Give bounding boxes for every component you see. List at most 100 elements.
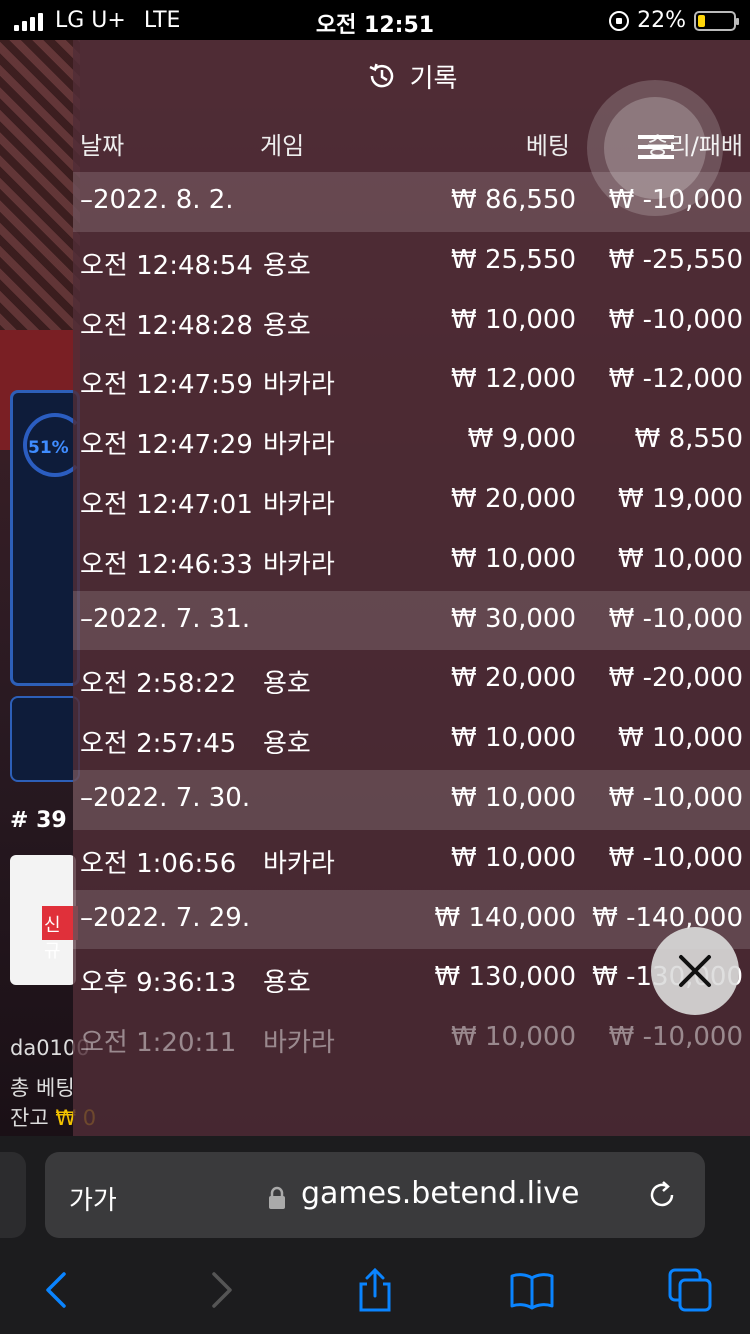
history-entry-row[interactable]: 오전 1:20:11 바카라 ₩ 10,000 ₩ -10,000 (73, 1009, 750, 1069)
menu-icon (638, 135, 674, 159)
history-list: –2022. 8. 2. ₩ 86,550 ₩ -10,000 오전 12:48:54… (73, 172, 750, 1069)
column-bet: 베팅 (525, 132, 570, 160)
row-bet: ₩ 86,550 (451, 185, 576, 215)
history-date-row[interactable]: –2022. 7. 31. ₩ 30,000 ₩ -10,000 (73, 590, 750, 651)
battery-fill (698, 14, 706, 27)
chevron-left-icon[interactable] (36, 1268, 80, 1312)
row-game: 바카라 (263, 549, 335, 580)
row-game: 용호 (263, 729, 311, 760)
row-game: 바카라 (263, 370, 335, 401)
row-result: ₩ -25,550 (608, 244, 743, 275)
row-bet: ₩ 9,000 (467, 424, 576, 455)
row-result: ₩ -10,000 (608, 782, 743, 813)
row-result: ₩ 10,000 (618, 723, 743, 754)
history-entry-row[interactable]: 오전 12:48:54 용호 ₩ 25,550 ₩ -25,550 (73, 232, 750, 292)
history-icon (369, 63, 393, 88)
rotation-lock-icon (609, 10, 630, 31)
row-bet: ₩ 10,000 (451, 1022, 576, 1053)
row-bet: ₩ 10,000 (451, 543, 576, 574)
row-date: –2022. 7. 30. (80, 782, 251, 813)
row-date: –2022. 7. 29. (80, 902, 251, 933)
history-entry-row[interactable]: 오전 12:46:33 바카라 ₩ 10,000 ₩ 10,000 (73, 531, 750, 591)
row-bet: ₩ 20,000 (451, 663, 576, 694)
table-number: # 39 (10, 808, 67, 833)
row-bet: ₩ 10,000 (451, 304, 576, 335)
row-game: 용호 (263, 310, 311, 341)
browser-toolbar (0, 1244, 750, 1334)
status-bar: LG U+ LTE 오전 12:51 22% (0, 0, 750, 40)
history-entry-row[interactable]: 오전 1:06:56 바카라 ₩ 10,000 ₩ -10,000 (73, 830, 750, 890)
row-bet: ₩ 10,000 (451, 723, 576, 754)
row-result: ₩ -10,000 (608, 304, 743, 335)
row-time: 오전 12:48:28 (80, 310, 253, 341)
row-bet: ₩ 130,000 (434, 962, 577, 993)
balance-label: 잔고 (10, 1106, 49, 1130)
row-time: 오전 12:47:59 (80, 370, 253, 401)
touch-indicator-core (604, 97, 706, 199)
row-bet: ₩ 10,000 (451, 842, 576, 873)
status-right: 22% (609, 8, 739, 33)
history-entry-row[interactable]: 오전 2:57:45 용호 ₩ 10,000 ₩ 10,000 (73, 710, 750, 770)
close-button[interactable] (651, 927, 739, 1015)
tabs-icon[interactable] (668, 1268, 712, 1312)
row-result: ₩ -10,000 (608, 842, 743, 873)
battery-percent: 22% (637, 8, 686, 33)
row-game: 바카라 (263, 430, 335, 461)
row-game: 바카라 (263, 489, 335, 520)
row-result: ₩ 8,550 (634, 424, 743, 455)
total-bet-label: 총 베팅 (10, 1076, 75, 1100)
secondary-card[interactable] (10, 696, 80, 782)
row-result: ₩ -10,000 (608, 603, 743, 634)
background-decoration (0, 40, 80, 370)
row-time: 오전 12:47:01 (80, 489, 253, 520)
row-result: ₩ 10,000 (618, 543, 743, 574)
progress-percent: 51% (28, 438, 69, 458)
share-icon[interactable] (353, 1268, 397, 1312)
battery-icon (694, 10, 739, 31)
address-bar-area: 가가 games.betend.live (0, 1136, 750, 1244)
previous-tab-peek[interactable] (0, 1152, 26, 1238)
history-entry-row[interactable]: 오전 12:48:28 용호 ₩ 10,000 ₩ -10,000 (73, 292, 750, 352)
row-date: –2022. 7. 31. (80, 603, 251, 634)
lock-icon (269, 1186, 285, 1209)
text-size-button[interactable]: 가가 (69, 1180, 117, 1217)
history-entry-row[interactable]: 오전 12:47:59 바카라 ₩ 12,000 ₩ -12,000 (73, 351, 750, 411)
history-title: 기록 (409, 63, 458, 94)
row-game: 바카라 (263, 1028, 335, 1059)
column-game: 게임 (260, 132, 305, 160)
row-game: 용호 (263, 968, 311, 999)
history-entry-row[interactable]: 오전 2:58:22 용호 ₩ 20,000 ₩ -20,000 (73, 650, 750, 710)
row-time: 오전 12:47:29 (80, 430, 253, 461)
row-result: ₩ 19,000 (618, 483, 743, 514)
row-bet: ₩ 20,000 (451, 483, 576, 514)
row-result: ₩ -140,000 (592, 902, 743, 933)
row-time: 오전 2:58:22 (80, 669, 237, 700)
url-text[interactable]: games.betend.live (301, 1176, 579, 1211)
history-entry-row[interactable]: 오후 9:36:13용호₩ 130,000₩ -130,000 (73, 949, 750, 1009)
history-entry-row[interactable]: 오전 12:47:29 바카라 ₩ 9,000 ₩ 8,550 (73, 411, 750, 471)
chevron-right-icon[interactable] (198, 1268, 242, 1312)
row-result: ₩ -10,000 (608, 1022, 743, 1053)
column-date: 날짜 (80, 132, 125, 160)
history-date-row[interactable]: –2022. 7. 30. ₩ 10,000 ₩ -10,000 (73, 769, 750, 830)
row-bet: ₩ 12,000 (451, 364, 576, 395)
row-bet: ₩ 140,000 (434, 902, 577, 933)
row-game: 용호 (263, 669, 311, 700)
row-bet: ₩ 10,000 (451, 782, 576, 813)
history-entry-row[interactable]: 오전 12:47:01 바카라 ₩ 20,000 ₩ 19,000 (73, 471, 750, 531)
row-bet: ₩ 25,550 (451, 244, 576, 275)
reload-icon[interactable] (645, 1178, 679, 1212)
row-time: 오전 2:57:45 (80, 729, 237, 760)
address-bar[interactable]: 가가 games.betend.live (45, 1152, 705, 1238)
row-result: ₩ -12,000 (608, 364, 743, 395)
close-icon (679, 955, 711, 987)
row-game: 용호 (263, 250, 311, 281)
row-time: 오후 9:36:13 (80, 968, 237, 999)
history-date-row[interactable]: –2022. 7. 29. ₩ 140,000 ₩ -140,000 (73, 889, 750, 950)
row-time: 오전 1:20:11 (80, 1028, 237, 1059)
player-card[interactable] (10, 390, 87, 686)
row-game: 바카라 (263, 848, 335, 879)
book-icon[interactable] (510, 1268, 554, 1312)
row-time: 오전 1:06:56 (80, 848, 237, 879)
row-result: ₩ -20,000 (608, 663, 743, 694)
